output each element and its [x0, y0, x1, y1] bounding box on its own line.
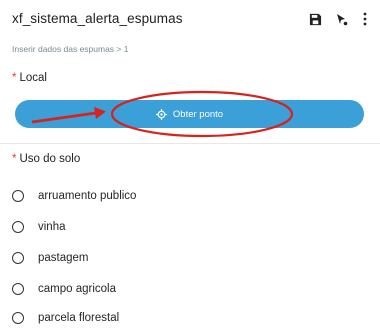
radio-option-arruamento-publico[interactable]: arruamento publico — [12, 186, 136, 206]
uso-solo-label-text: Uso do solo — [19, 153, 81, 165]
radio-button[interactable] — [12, 312, 24, 324]
required-mark: * — [12, 153, 17, 165]
radio-option-label: campo agricola — [38, 283, 116, 295]
more-vertical-icon[interactable] — [356, 10, 374, 28]
radio-button[interactable] — [12, 221, 24, 233]
section-divider — [0, 143, 380, 144]
radio-option-label: parcela florestal — [38, 312, 120, 324]
radio-option-vinha[interactable]: vinha — [12, 217, 66, 237]
gps-target-icon — [155, 108, 167, 120]
required-mark: * — [12, 72, 17, 84]
radio-option-pastagem[interactable]: pastagem — [12, 248, 89, 268]
radio-option-label: pastagem — [38, 252, 89, 264]
radio-button[interactable] — [12, 190, 24, 202]
radio-button[interactable] — [12, 252, 24, 264]
get-point-button[interactable]: Obter ponto — [15, 100, 364, 128]
radio-option-label: vinha — [38, 221, 66, 233]
radio-option-campo-agricola[interactable]: campo agricola — [12, 279, 116, 299]
app-bar: xf_sistema_alerta_espumas — [0, 0, 380, 38]
app-title: xf_sistema_alerta_espumas — [12, 11, 183, 26]
radio-option-parcela-florestal[interactable]: parcela florestal — [12, 308, 119, 328]
location-pin-icon[interactable] — [332, 10, 350, 28]
save-icon[interactable] — [306, 10, 324, 28]
get-point-button-label: Obter ponto — [172, 108, 224, 120]
radio-button[interactable] — [12, 283, 24, 295]
local-label-text: Local — [19, 72, 47, 84]
local-label: * Local — [12, 72, 47, 84]
radio-option-label: arruamento publico — [38, 190, 137, 202]
breadcrumb[interactable]: Inserir dados das espumas > 1 — [12, 44, 128, 54]
uso-solo-label: * Uso do solo — [12, 153, 80, 165]
